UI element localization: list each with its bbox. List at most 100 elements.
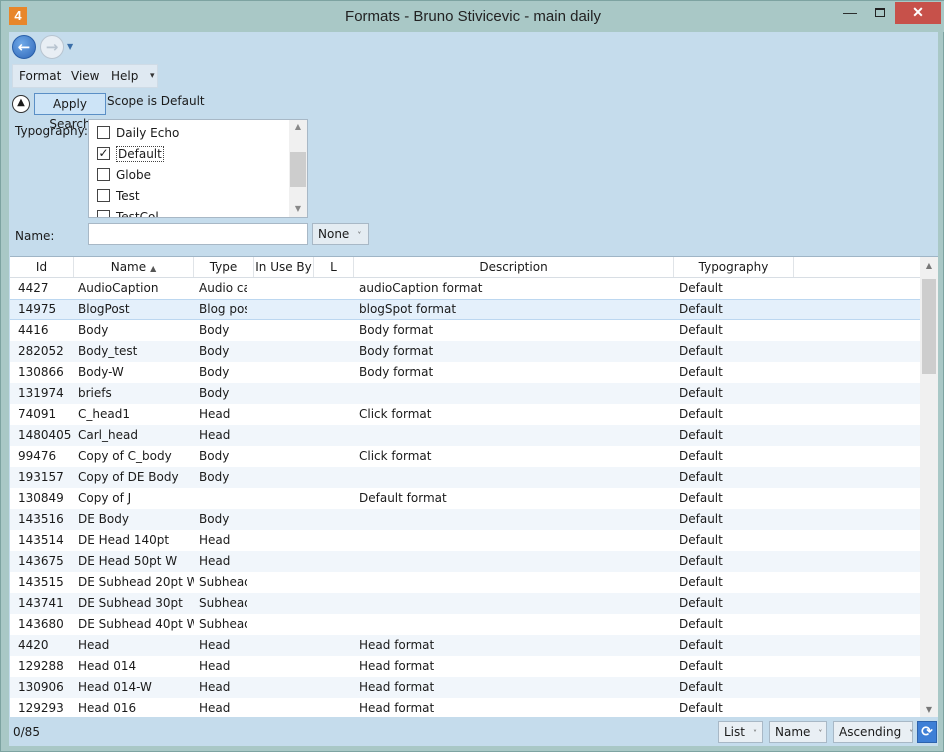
typography-scrollbar[interactable]: ▲ ▼ xyxy=(289,120,307,217)
checkbox[interactable] xyxy=(97,210,110,217)
table-row[interactable]: 4416 Body Body Body format Default xyxy=(10,320,920,341)
minimize-button[interactable]: — xyxy=(837,2,863,24)
column-header-label: L xyxy=(330,260,337,274)
column-header-name[interactable]: Name ▲ xyxy=(74,257,194,277)
sort-order-dropdown[interactable]: Ascending ˅ xyxy=(833,721,913,743)
history-dropdown-icon[interactable]: ▼ xyxy=(67,42,73,51)
grid-scrollbar[interactable]: ▲ ▼ xyxy=(920,257,938,717)
column-header-label: Typography xyxy=(698,260,769,274)
scroll-down-icon[interactable]: ▼ xyxy=(920,705,938,714)
cell-name: BlogPost xyxy=(78,302,130,316)
table-row[interactable]: 1480405 Carl_head Head Default xyxy=(10,425,920,446)
cell-name: Copy of DE Body xyxy=(78,470,179,484)
table-row[interactable]: 129288 Head 014 Head Head format Default xyxy=(10,656,920,677)
column-header-type[interactable]: Type xyxy=(194,257,254,277)
checkbox[interactable] xyxy=(97,189,110,202)
cell-type: Body xyxy=(199,344,230,358)
table-row[interactable]: 143515 DE Subhead 20pt W Subhead Default xyxy=(10,572,920,593)
refresh-button[interactable]: ⟳ xyxy=(917,721,937,743)
cell-id: 282052 xyxy=(18,344,64,358)
typography-option-testcol[interactable]: TestCol xyxy=(97,210,159,217)
checkbox[interactable] xyxy=(97,126,110,139)
table-row[interactable]: 99476 Copy of C_body Body Click format Defau… xyxy=(10,446,920,467)
search-header: ▲ Apply Search Scope is Default xyxy=(12,93,412,131)
cell-typography: Default xyxy=(679,470,723,484)
cell-id: 143514 xyxy=(18,533,64,547)
cell-typography: Default xyxy=(679,302,723,316)
cell-typography: Default xyxy=(679,533,723,547)
cell-description: Default format xyxy=(359,491,447,505)
column-header-in-use-by[interactable]: In Use By xyxy=(254,257,314,277)
table-row[interactable]: 4420 Head Head Head format Default xyxy=(10,635,920,656)
cell-name: Carl_head xyxy=(78,428,138,442)
cell-typography: Default xyxy=(679,554,723,568)
cell-name: Body_test xyxy=(78,344,138,358)
menu-view[interactable]: View xyxy=(71,69,99,83)
menu-format[interactable]: Format xyxy=(19,69,61,83)
column-header-description[interactable]: Description xyxy=(354,257,674,277)
table-row[interactable]: 4427 AudioCaption Audio caption audioCaptio… xyxy=(10,278,920,299)
column-header-l[interactable]: L xyxy=(314,257,354,277)
menu-help[interactable]: Help xyxy=(111,69,138,83)
back-button[interactable]: ← xyxy=(12,35,36,59)
forward-button[interactable]: → xyxy=(40,35,64,59)
sort-field-dropdown[interactable]: Name ˅ xyxy=(769,721,827,743)
collapse-search-button[interactable]: ▲ xyxy=(12,95,30,113)
window-title: Formats - Bruno Stivicevic - main daily xyxy=(345,8,601,25)
scroll-down-icon[interactable]: ▼ xyxy=(289,204,307,213)
checkbox[interactable] xyxy=(97,168,110,181)
sort-field-value: Name xyxy=(775,725,811,739)
table-row[interactable]: 131974 briefs Body Default xyxy=(10,383,920,404)
close-button[interactable]: ✕ xyxy=(895,2,941,24)
table-row[interactable]: 130849 Copy of J Default format Default xyxy=(10,488,920,509)
apply-search-button[interactable]: Apply Search xyxy=(34,93,106,131)
cell-name: DE Head 140pt xyxy=(78,533,170,547)
table-row[interactable]: 143514 DE Head 140pt Head Default xyxy=(10,530,920,551)
cell-name: Head xyxy=(78,638,110,652)
typography-option-default[interactable]: ✓ Default xyxy=(97,146,164,167)
chevron-up-icon: ▲ xyxy=(17,97,25,108)
table-row[interactable]: 130906 Head 014-W Head Head format Default xyxy=(10,677,920,698)
menu-format-label: Format xyxy=(19,69,62,83)
checkbox-checked[interactable]: ✓ xyxy=(97,147,110,160)
table-row[interactable]: 282052 Body_test Body Body format Default xyxy=(10,341,920,362)
typography-option-globe[interactable]: Globe xyxy=(97,168,151,188)
table-row[interactable]: 143675 DE Head 50pt W Head Default xyxy=(10,551,920,572)
name-filter-dropdown[interactable]: None ˅ xyxy=(312,223,369,245)
formats-grid: Id Name ▲ Type In Use By L Description Ty… xyxy=(10,256,938,717)
cell-type: Head xyxy=(199,638,231,652)
maximize-button[interactable] xyxy=(867,2,893,24)
typography-option-daily-echo[interactable]: Daily Echo xyxy=(97,126,179,146)
scrollbar-thumb[interactable] xyxy=(922,279,936,374)
cell-description: Body format xyxy=(359,323,434,337)
title-bar[interactable]: 4 Formats - Bruno Stivicevic - main dail… xyxy=(1,1,944,32)
cell-description: Head format xyxy=(359,680,435,694)
table-row[interactable]: 74091 C_head1 Head Click format Default xyxy=(10,404,920,425)
menu-overflow-icon[interactable]: ▾ xyxy=(150,71,155,81)
column-header-label: Id xyxy=(35,260,48,274)
scroll-up-icon[interactable]: ▲ xyxy=(289,122,307,131)
result-count: 0/85 xyxy=(13,725,40,739)
scrollbar-thumb[interactable] xyxy=(290,152,306,187)
typography-list[interactable]: Daily Echo ✓ Default Globe Test TestCol ▲… xyxy=(88,119,308,218)
table-row[interactable]: 143516 DE Body Body Default xyxy=(10,509,920,530)
column-header-id[interactable]: Id xyxy=(10,257,74,277)
cell-typography: Default xyxy=(679,323,723,337)
view-mode-dropdown[interactable]: List ˅ xyxy=(718,721,763,743)
table-row[interactable]: 129293 Head 016 Head Head format Default xyxy=(10,698,920,717)
table-row[interactable]: 143741 DE Subhead 30pt Subhead Default xyxy=(10,593,920,614)
column-header-typography[interactable]: Typography xyxy=(674,257,794,277)
view-mode-value: List xyxy=(724,725,745,739)
cell-typography: Default xyxy=(679,491,723,505)
name-input[interactable] xyxy=(88,223,308,245)
cell-type: Body xyxy=(199,470,230,484)
navigation-bar: ← → ▼ xyxy=(9,32,938,62)
scroll-up-icon[interactable]: ▲ xyxy=(920,261,938,270)
table-row[interactable]: 14975 BlogPost Blog post blogSpot format Def… xyxy=(10,299,920,320)
typography-option-label: Daily Echo xyxy=(116,126,180,140)
cell-id: 4427 xyxy=(18,281,49,295)
table-row[interactable]: 143680 DE Subhead 40pt W Subhead Default xyxy=(10,614,920,635)
typography-option-test[interactable]: Test xyxy=(97,189,140,209)
table-row[interactable]: 193157 Copy of DE Body Body Default xyxy=(10,467,920,488)
table-row[interactable]: 130866 Body-W Body Body format Default xyxy=(10,362,920,383)
